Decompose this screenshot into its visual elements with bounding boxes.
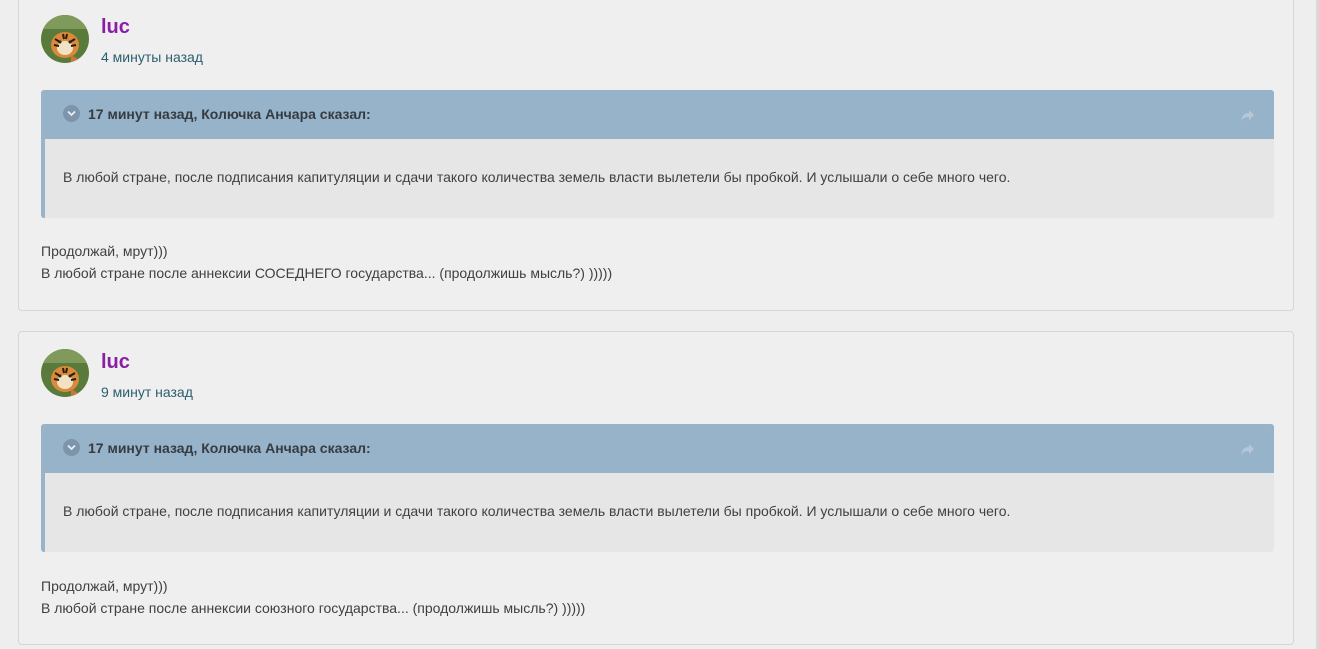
chevron-down-icon[interactable]: [63, 105, 80, 122]
chevron-down-icon[interactable]: [63, 439, 80, 456]
post-timestamp[interactable]: 9 минут назад: [101, 384, 193, 400]
post-line: Продолжай, мрут))): [41, 243, 168, 259]
post-timestamp[interactable]: 4 минуты назад: [101, 49, 203, 65]
share-icon[interactable]: [1240, 441, 1256, 457]
post-line: В любой стране после аннексии союзного г…: [41, 600, 586, 616]
author-name[interactable]: luc: [101, 16, 130, 39]
author-name[interactable]: luc: [101, 351, 130, 374]
quote-block: 17 минут назад, Колючка Анчара сказал: В…: [41, 424, 1274, 552]
post-content: Продолжай, мрут))) В любой стране после …: [41, 240, 612, 284]
quote-header: 17 минут назад, Колючка Анчара сказал:: [45, 90, 1274, 139]
post: luc 9 минут назад 17 минут назад, Колючк…: [18, 331, 1294, 645]
quote-header: 17 минут назад, Колючка Анчара сказал:: [45, 424, 1274, 473]
quote-text: В любой стране, после подписания капитул…: [63, 503, 1011, 519]
post-line: В любой стране после аннексии СОСЕДНЕГО …: [41, 265, 613, 281]
post-line: Продолжай, мрут))): [41, 578, 168, 594]
quote-citation: 17 минут назад, Колючка Анчара сказал:: [88, 106, 371, 122]
post-content: Продолжай, мрут))) В любой стране после …: [41, 575, 585, 619]
quote-citation: 17 минут назад, Колючка Анчара сказал:: [88, 440, 371, 456]
avatar[interactable]: [41, 349, 89, 397]
post: luc 4 минуты назад 17 минут назад, Колюч…: [18, 0, 1294, 311]
avatar[interactable]: [41, 15, 89, 63]
quote-block: 17 минут назад, Колючка Анчара сказал: В…: [41, 90, 1274, 218]
share-icon[interactable]: [1240, 107, 1256, 123]
quote-text: В любой стране, после подписания капитул…: [63, 169, 1011, 185]
